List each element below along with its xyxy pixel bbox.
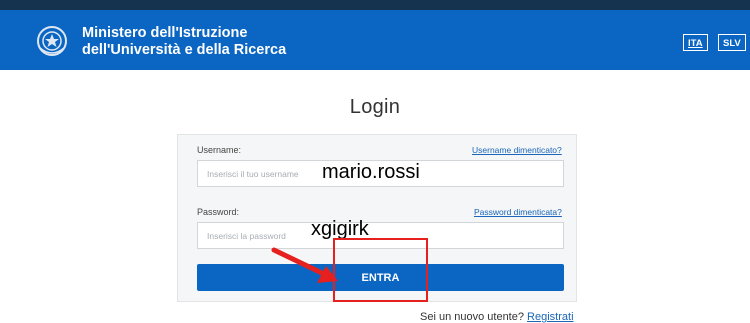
header-bar: Ministero dell'Istruzione dell'Universit… — [0, 0, 750, 70]
password-placeholder: Inserisci la password — [207, 231, 286, 241]
password-label: Password: — [197, 207, 240, 217]
register-prompt: Sei un nuovo utente? Registrati — [420, 311, 574, 323]
language-ita-button[interactable]: ITA — [683, 34, 708, 51]
username-label: Username: — [197, 145, 242, 155]
forgot-username-link[interactable]: Username dimenticato? — [472, 145, 562, 155]
ministry-name-line2: dell'Università e della Ricerca — [82, 42, 287, 58]
ministry-name-line1: Ministero dell'Istruzione — [82, 25, 248, 41]
new-user-text: Sei un nuovo utente? — [420, 311, 524, 323]
page-title: Login — [349, 96, 401, 118]
highlight-box — [333, 238, 428, 302]
red-arrow-icon — [271, 247, 338, 283]
username-typed-value: mario.rossi — [322, 161, 420, 183]
forgot-password-link[interactable]: Password dimenticata? — [474, 207, 562, 217]
register-link[interactable]: Registrati — [527, 311, 573, 323]
ministry-name[interactable]: Ministero dell'Istruzione dell'Universit… — [82, 25, 286, 59]
ministry-emblem-icon — [37, 26, 67, 56]
username-placeholder: Inserisci il tuo username — [207, 169, 299, 179]
language-slv-button[interactable]: SLV — [718, 34, 746, 51]
